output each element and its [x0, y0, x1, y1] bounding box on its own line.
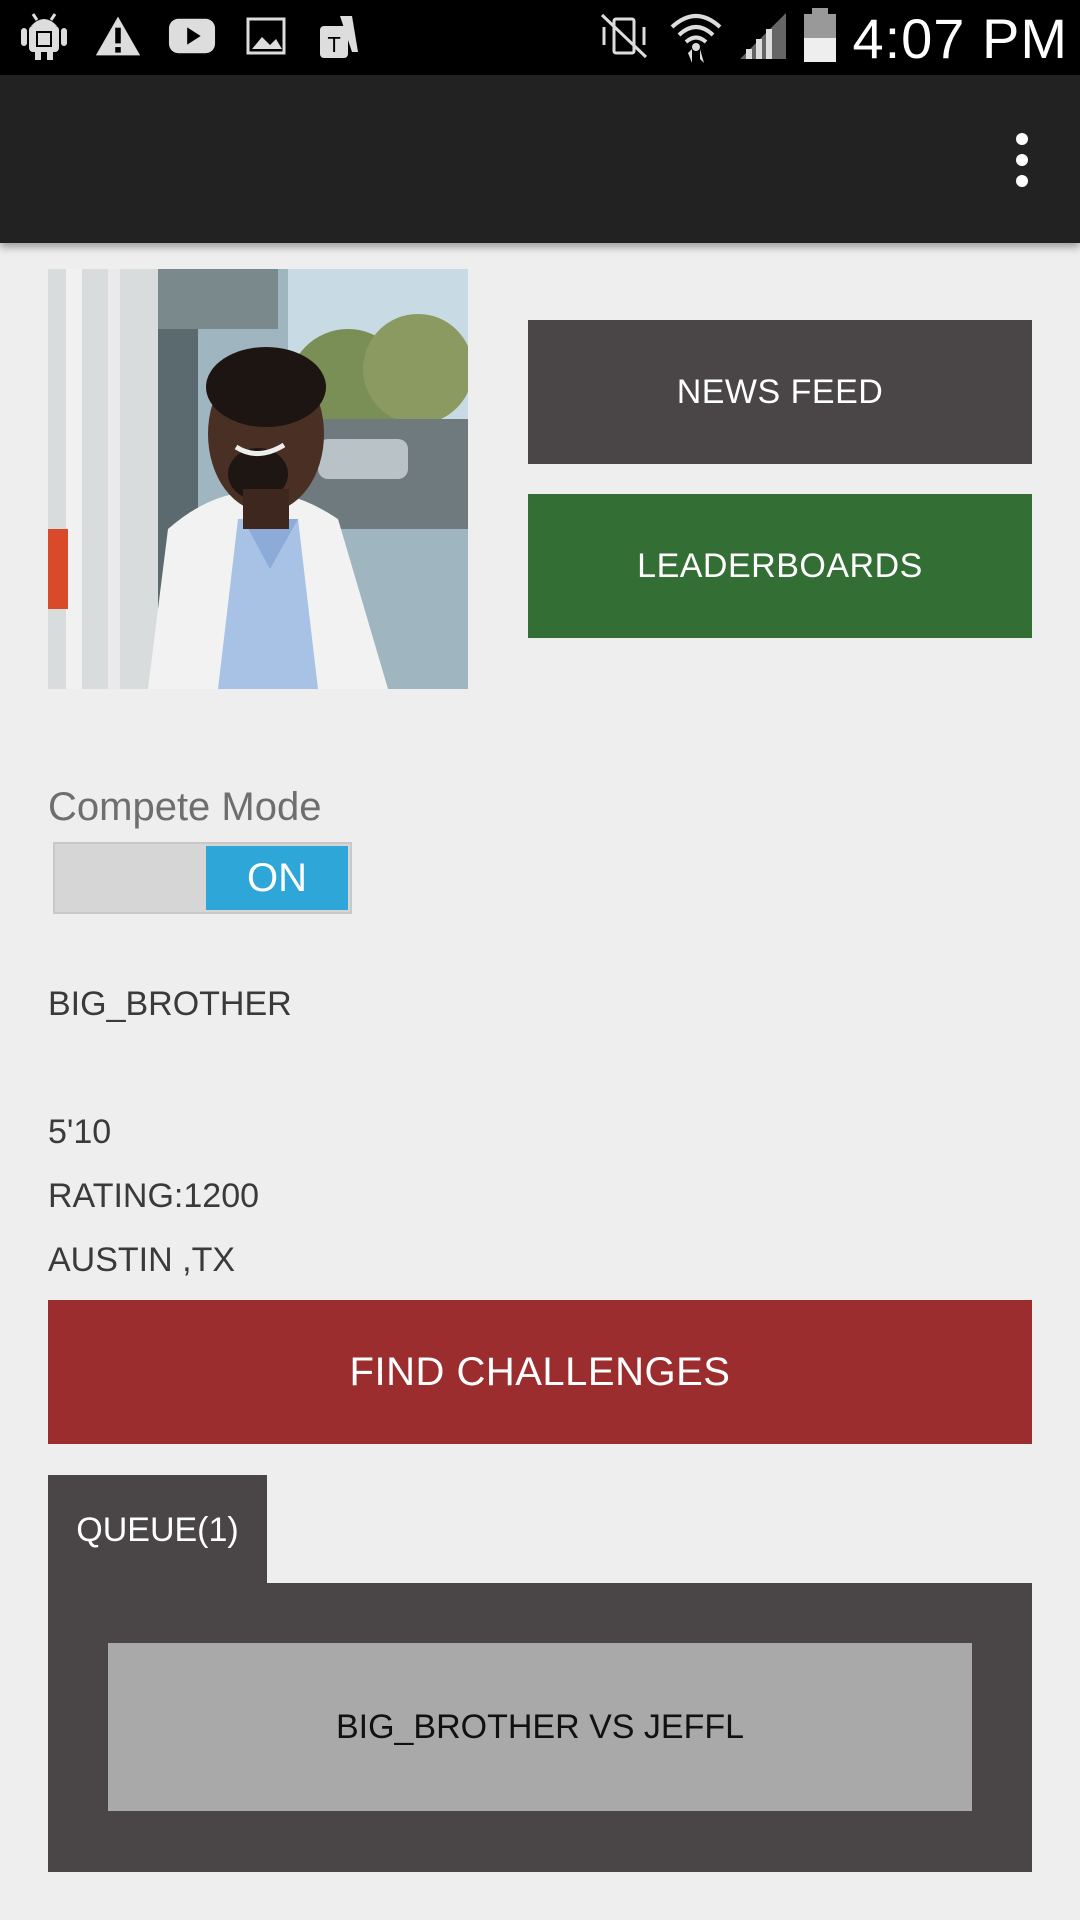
- queue-item[interactable]: BIG_BROTHER VS JEFFL: [108, 1643, 972, 1811]
- warning-icon: [94, 10, 142, 62]
- svg-text:T: T: [327, 33, 341, 57]
- news-feed-button[interactable]: NEWS FEED: [528, 320, 1032, 464]
- find-challenges-button[interactable]: FIND CHALLENGES: [48, 1300, 1032, 1444]
- system-indicators: 4:07 PM: [594, 6, 1068, 71]
- player-rating: RATING:1200: [48, 1177, 260, 1215]
- notification-icons: T: [20, 10, 364, 62]
- overflow-menu-icon[interactable]: [1004, 125, 1040, 195]
- status-time: 4:07 PM: [852, 7, 1068, 70]
- toggle-state-label: ON: [206, 846, 348, 910]
- player-location: AUSTIN ,TX: [48, 1241, 236, 1279]
- player-username: BIG_BROTHER: [48, 985, 292, 1023]
- leaderboards-button[interactable]: LEADERBOARDS: [528, 494, 1032, 638]
- tab-queue[interactable]: QUEUE(1): [48, 1475, 267, 1585]
- player-height: 5'10: [48, 1113, 112, 1151]
- vibrate-mute-icon: [594, 11, 654, 66]
- android-debug-icon: [20, 10, 68, 62]
- queue-panel: BIG_BROTHER VS JEFFL: [48, 1583, 1032, 1872]
- image-icon: [242, 10, 290, 62]
- action-bar: [0, 75, 1080, 243]
- status-bar: T 4:07 PM: [0, 0, 1080, 75]
- compete-mode-toggle[interactable]: ON: [53, 842, 352, 914]
- wifi-icon: [668, 9, 724, 68]
- tmobile-app-icon: T: [316, 10, 364, 62]
- profile-photo: [48, 269, 468, 689]
- signal-icon: [738, 11, 788, 66]
- youtube-icon: [168, 10, 216, 62]
- compete-mode-label: Compete Mode: [48, 785, 322, 829]
- battery-icon: [802, 8, 838, 69]
